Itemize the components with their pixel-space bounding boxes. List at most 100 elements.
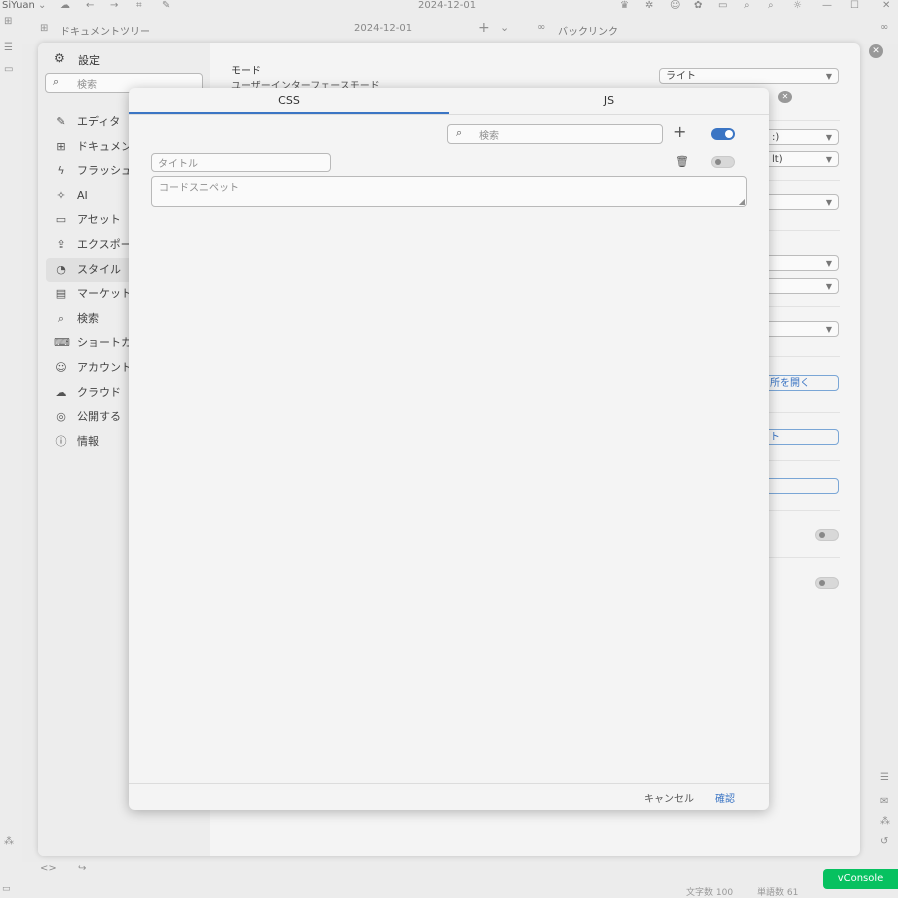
share-icon[interactable]: ↪	[78, 863, 86, 874]
toggle-all-switch[interactable]	[711, 128, 735, 140]
vconsole-button[interactable]: vConsole	[823, 869, 898, 889]
plugin-icon[interactable]: ✿	[694, 0, 702, 12]
chevron-down-icon: ▼	[825, 72, 832, 81]
resize-handle-icon[interactable]: ◢	[739, 197, 745, 206]
mode-select-value: ライト	[666, 71, 696, 82]
doctree-icon[interactable]: ⊞	[4, 16, 12, 27]
zoom-icon[interactable]: ⌕	[768, 0, 774, 12]
tab-divider	[129, 114, 769, 115]
sidebar-item-label: スタイル	[77, 262, 121, 276]
chevron-down-icon: ▼	[825, 133, 832, 142]
cancel-button[interactable]: キャンセル	[644, 790, 694, 805]
sidebar-item-label: アセット	[77, 213, 121, 227]
bug-icon[interactable]: ✲	[645, 0, 653, 12]
emoji-icon[interactable]: ☺	[670, 0, 680, 12]
layout-icon[interactable]: ⌗	[136, 0, 142, 12]
search-icon[interactable]: ⌕	[744, 0, 750, 12]
open-folder-button[interactable]: 所を開く	[765, 375, 839, 391]
snippet-code-textarea[interactable]: コードスニペット ◢	[151, 176, 747, 207]
word-count: 単語数 61	[757, 888, 799, 898]
divider	[765, 557, 840, 558]
sidebar-item-label: エディタ	[77, 115, 121, 128]
theme-select[interactable]: lt) ▼	[765, 151, 839, 167]
status-bar: ▭ 文字数 100 単語数 61	[0, 878, 898, 898]
theme-icon[interactable]: ☼	[793, 0, 802, 12]
snippet-toggle[interactable]	[711, 156, 735, 168]
sidebar-item-label: 検索	[77, 311, 99, 325]
search-icon: ⌕	[53, 75, 60, 88]
confirm-button[interactable]: 確認	[715, 790, 735, 805]
inbox-icon[interactable]: ✉	[880, 796, 888, 807]
edit-icon[interactable]: ✎	[162, 0, 170, 12]
divider	[765, 412, 840, 413]
doctree-title[interactable]: ドキュメントツリー	[60, 23, 150, 38]
maximize-icon[interactable]: ☐	[850, 0, 859, 12]
bazaar-icon: ▤	[55, 287, 67, 301]
cloud-icon: ☁	[55, 385, 67, 399]
select-field[interactable]: ▼	[765, 321, 839, 337]
font-select[interactable]: :) ▼	[765, 129, 839, 145]
sync-icon[interactable]: ☁	[60, 0, 70, 12]
forward-icon[interactable]: →	[110, 0, 118, 12]
left-dock: ⊞ ☰ ▭ ⁂	[0, 14, 22, 864]
toggle-switch[interactable]	[815, 577, 839, 589]
mode-select[interactable]: ライト ▼	[659, 68, 839, 84]
editor-tab[interactable]: 2024-12-01	[354, 23, 412, 34]
keyboard-icon: ⌨	[54, 336, 70, 350]
bottom-bar: <> ↪	[0, 862, 898, 878]
graph-icon[interactable]: ⁂	[4, 836, 14, 847]
terminal-icon[interactable]: ▭	[718, 0, 727, 12]
outline-icon[interactable]: ☰	[880, 772, 889, 783]
theme-select-value: lt)	[772, 154, 783, 165]
action-button[interactable]	[765, 478, 839, 494]
back-icon[interactable]: ←	[86, 0, 94, 12]
select-field[interactable]: ▼	[765, 255, 839, 271]
flashcard-icon: ϟ	[57, 164, 65, 178]
window-title: 2024-12-01	[418, 0, 477, 11]
app-name[interactable]: SiYuan	[2, 0, 35, 12]
divider	[765, 180, 840, 181]
link-icon: ∞	[537, 22, 546, 33]
minimize-icon[interactable]: —	[822, 0, 832, 12]
import-button[interactable]: ト	[765, 429, 839, 445]
add-snippet-button[interactable]: +	[673, 122, 686, 141]
chevron-down-icon: ▼	[825, 155, 832, 164]
search-placeholder: 検索	[479, 131, 499, 142]
divider	[765, 120, 840, 121]
select-field[interactable]: ▼	[765, 194, 839, 210]
graph-icon[interactable]: ⁂	[880, 816, 890, 827]
sidebar-item-label: AI	[77, 188, 88, 202]
dock-toggle-icon[interactable]: ▭	[2, 884, 11, 894]
trash-icon[interactable]: 🗑	[675, 155, 689, 168]
account-icon: ☺	[55, 361, 67, 374]
close-icon[interactable]: ✕	[778, 91, 792, 103]
close-icon[interactable]: ✕	[869, 44, 883, 58]
chevron-down-icon[interactable]: ⌄	[38, 0, 46, 12]
crown-icon[interactable]: ♛	[620, 0, 629, 12]
divider	[765, 510, 840, 511]
top-toolbar: SiYuan ⌄ ☁ ← → ⌗ ✎ 2024-12-01 ♛ ✲ ☺ ✿ ▭ …	[0, 0, 898, 14]
search-icon: ⌕	[456, 126, 463, 139]
code-icon[interactable]: <>	[40, 863, 57, 874]
backlinks-title[interactable]: バックリンク	[558, 23, 618, 38]
publish-icon: ◎	[56, 410, 66, 424]
select-field[interactable]: ▼	[765, 278, 839, 294]
close-icon[interactable]: ✕	[882, 0, 890, 12]
edit-icon: ✎	[56, 115, 66, 128]
tab-js[interactable]: JS	[449, 88, 769, 114]
snippet-search-input[interactable]: ⌕ 検索	[447, 124, 663, 144]
toggle-switch[interactable]	[815, 529, 839, 541]
plus-icon[interactable]: +	[478, 20, 490, 36]
theme-icon: ◔	[56, 262, 66, 276]
history-icon[interactable]: ↺	[880, 836, 888, 847]
graph-icon[interactable]: ∞	[880, 22, 888, 33]
bookmark-icon[interactable]: ▭	[4, 64, 13, 75]
outline-icon[interactable]: ☰	[4, 42, 13, 53]
tab-css[interactable]: CSS	[129, 88, 449, 114]
mode-label: モード	[231, 66, 261, 77]
snippet-title-input[interactable]: タイトル	[151, 153, 331, 172]
export-icon: ⇪	[56, 238, 66, 251]
footer-divider	[129, 783, 769, 784]
ai-icon: ✧	[56, 188, 66, 202]
chevron-down-icon[interactable]: ⌄	[500, 21, 509, 34]
